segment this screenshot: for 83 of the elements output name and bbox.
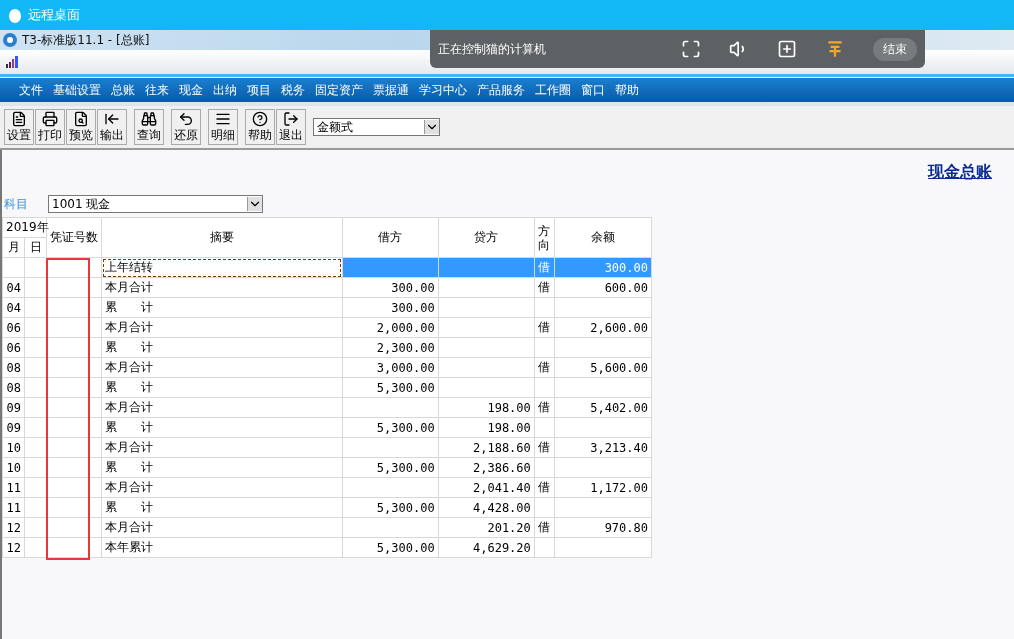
column-header: 方向 [534, 217, 555, 258]
menu-item[interactable]: 固定资产 [310, 81, 368, 99]
ledger-row[interactable]: 08 本月合计 3,000.00 借 5,600.00 [2, 357, 652, 378]
menu-item[interactable]: 工作圈 [530, 81, 576, 99]
menu-item[interactable]: 项目 [242, 81, 276, 99]
ledger-row[interactable]: 09 本月合计 198.00 借 5,402.00 [2, 397, 652, 418]
ledger-row[interactable]: 04 本月合计 300.00 借 600.00 [2, 277, 652, 298]
report-title: 现金总账 [928, 162, 992, 183]
window-title: T3-标准版11.1 - [总账] [22, 31, 150, 49]
ledger-row[interactable]: 12 本年累计 5,300.00 4,629.20 [2, 537, 652, 558]
account-label: 科目 [4, 195, 28, 213]
toolbar-button[interactable]: 查询 [134, 109, 164, 145]
toolbar-button[interactable]: 打印 [35, 109, 65, 145]
table-cell: 累 计 [101, 457, 342, 478]
table-cell: 12 [2, 517, 25, 538]
menu-item[interactable]: 产品服务 [472, 81, 530, 99]
toolbar-button[interactable]: 退出 [276, 109, 306, 145]
menu-item[interactable]: 现金 [174, 81, 208, 99]
table-cell: 本月合计 [101, 437, 342, 458]
table-cell: 累 计 [101, 497, 342, 518]
ledger-row[interactable]: 10 本月合计 2,188.60 借 3,213.40 [2, 437, 652, 458]
menu-item[interactable]: 票据通 [368, 81, 414, 99]
menu-item[interactable]: 往来 [140, 81, 174, 99]
ledger-row[interactable]: 06 本月合计 2,000.00 借 2,600.00 [2, 317, 652, 338]
menu-item[interactable]: 窗口 [576, 81, 610, 99]
end-button[interactable]: 结束 [873, 37, 917, 61]
toolbar-button[interactable]: 明细 [208, 109, 238, 145]
table-cell: 09 [2, 397, 25, 418]
table-cell: 累 计 [101, 297, 342, 318]
table-cell: 06 [2, 337, 25, 358]
table-cell: 11 [2, 477, 25, 498]
ledger-row[interactable]: 08 累 计 5,300.00 [2, 377, 652, 398]
format-dropdown[interactable]: 金额式 [313, 118, 440, 136]
table-cell: 04 [2, 297, 25, 318]
ledger-row[interactable]: 12 本月合计 201.20 借 970.80 [2, 517, 652, 538]
table-cell: 本月合计 [101, 397, 342, 418]
control-status: 正在控制猫的计算机 [438, 40, 547, 58]
table-cell: 本月合计 [101, 277, 342, 298]
table-cell: 上年结转 [101, 257, 342, 278]
table-cell: 本月合计 [101, 517, 342, 538]
toolbar-button[interactable]: 输出 [97, 109, 127, 145]
toolbar-button[interactable]: 帮助 [245, 109, 275, 145]
table-cell: 本月合计 [101, 357, 342, 378]
column-header: 摘要 [101, 217, 342, 258]
toolbar-button[interactable]: 还原 [171, 109, 201, 145]
ledger-row[interactable]: 06 累 计 2,300.00 [2, 337, 652, 358]
menu-item[interactable]: 出纳 [208, 81, 242, 99]
column-header: 月 [2, 237, 25, 258]
menu-item[interactable]: 学习中心 [414, 81, 472, 99]
toolbar-button[interactable]: 设置 [4, 109, 34, 145]
column-header: 借方 [342, 217, 439, 258]
table-cell: 10 [2, 457, 25, 478]
menu-item[interactable]: 总账 [106, 81, 140, 99]
ledger-row[interactable]: 04 累 计 300.00 [2, 297, 652, 318]
table-cell: 累 计 [101, 337, 342, 358]
window-title: 远程桌面 [28, 6, 80, 24]
table-cell: 10 [2, 437, 25, 458]
ledger-row[interactable]: 09 累 计 5,300.00 198.00 [2, 417, 652, 438]
table-cell: 08 [2, 357, 25, 378]
column-header: 余额 [554, 217, 652, 258]
table-cell: 08 [2, 377, 25, 398]
table-cell: 本年累计 [101, 537, 342, 558]
menu-item[interactable]: 帮助 [610, 81, 644, 99]
table-cell: 本月合计 [101, 477, 342, 498]
menu-item[interactable]: 税务 [276, 81, 310, 99]
ledger-row[interactable]: 11 累 计 5,300.00 4,428.00 [2, 497, 652, 518]
table-cell: 累 计 [101, 377, 342, 398]
table-cell: 06 [2, 317, 25, 338]
menu-item[interactable]: 基础设置 [48, 81, 106, 99]
table-cell: 12 [2, 537, 25, 558]
menu-item[interactable]: 文件 [14, 81, 48, 99]
ledger-row[interactable]: 11 本月合计 2,041.40 借 1,172.00 [2, 477, 652, 498]
table-cell: 11 [2, 497, 25, 518]
ledger-row[interactable]: 上年结转 借 300.00 [2, 257, 652, 278]
table-cell: 累 计 [101, 417, 342, 438]
table-cell: 09 [2, 417, 25, 438]
column-header: 贷方 [438, 217, 535, 258]
toolbar-button[interactable]: 预览 [66, 109, 96, 145]
column-header: 2019年 [2, 217, 47, 238]
ledger-row[interactable]: 10 累 计 5,300.00 2,386.60 [2, 457, 652, 478]
table-cell: 04 [2, 277, 25, 298]
account-dropdown[interactable]: 1001 现金 [48, 195, 263, 213]
table-cell: 本月合计 [101, 317, 342, 338]
